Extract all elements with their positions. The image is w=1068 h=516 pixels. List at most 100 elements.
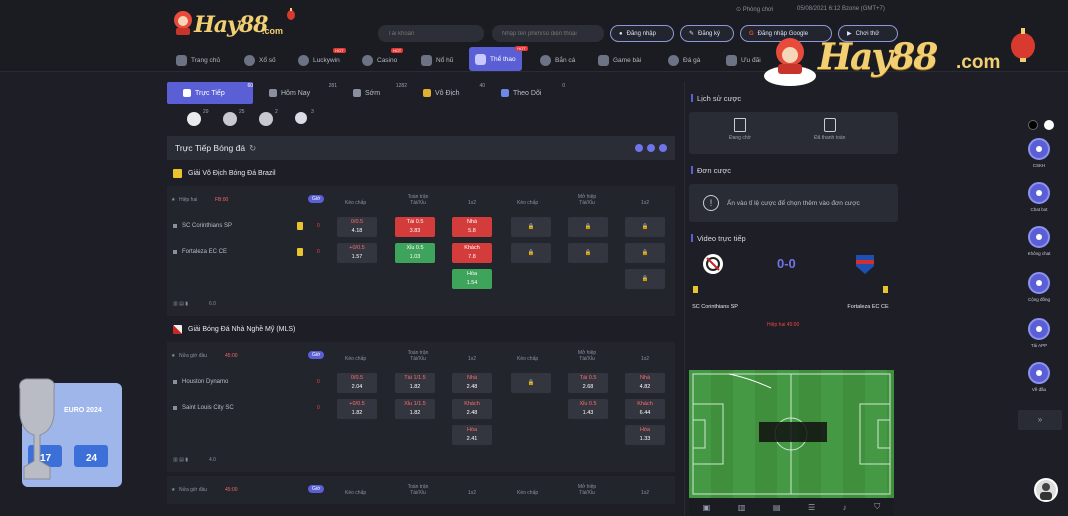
divider xyxy=(684,82,685,516)
chatbot-button[interactable]: Chat bot xyxy=(1022,182,1056,220)
username-input[interactable] xyxy=(378,25,484,42)
nav-luckywin[interactable]: Luckywin HOT xyxy=(298,48,346,71)
nav-rooster[interactable]: Đá gà xyxy=(668,49,700,71)
lineup-icon[interactable]: ▤ xyxy=(773,503,781,512)
odds-button[interactable]: 0/0.5 4.18 xyxy=(337,217,377,237)
odds-button[interactable]: Xỉu 0.5 1.03 xyxy=(395,243,435,263)
view-option-icon[interactable] xyxy=(635,144,643,152)
odds-button[interactable]: Nhà 4.82 xyxy=(625,373,665,393)
odds-button[interactable]: +0/0.5 1.82 xyxy=(337,399,377,419)
view-option-icon[interactable] xyxy=(659,144,667,152)
stats-icon[interactable]: ▥ ▤ ▮ xyxy=(173,301,188,307)
nav-home[interactable]: Trang chủ xyxy=(176,49,220,71)
bet-slip: ! Ấn vào tỉ lệ cược để chọn thêm vào đơn… xyxy=(689,184,898,222)
collapse-icon[interactable]: » xyxy=(1018,410,1062,430)
odds-button[interactable]: Nhà 5.8 xyxy=(452,217,492,237)
lock-icon[interactable]: 🔒 xyxy=(511,243,551,263)
register-button[interactable]: ✎ Đăng ký xyxy=(680,25,734,42)
more-markets[interactable]: 6.0 xyxy=(209,301,216,307)
community-button[interactable]: Cộng đồng xyxy=(1022,272,1056,310)
chart-icon[interactable]: ▥ xyxy=(738,503,746,512)
lock-icon[interactable]: 🔒 xyxy=(511,373,551,393)
live-pitch[interactable]: ▣ ▥ ▤ ☰ ♪ ⛉ xyxy=(689,370,894,516)
stats-icon[interactable]: ▣ xyxy=(703,503,711,512)
euro-promo[interactable]: EURO 2024 17 24 xyxy=(14,375,124,489)
view-option-icon[interactable] xyxy=(647,144,655,152)
volleyball-icon[interactable]: 2 xyxy=(259,109,278,126)
dark-mode-icon[interactable] xyxy=(1028,120,1038,130)
odds-button[interactable]: Hòa 1.33 xyxy=(625,425,665,445)
nav-sport[interactable]: Thể thao HOT xyxy=(469,46,528,71)
odds-button[interactable]: +0/0.5 1.57 xyxy=(337,243,377,263)
league-header[interactable]: Giải Bóng Đá Nhà Nghề Mỹ (MLS) xyxy=(167,316,675,342)
info-icon: ! xyxy=(703,195,719,211)
odds-button[interactable]: Hòa 2.41 xyxy=(452,425,492,445)
tab-follow[interactable]: Theo Dõi 0 xyxy=(485,82,565,104)
nav-slot[interactable]: Nổ hũ xyxy=(421,49,453,71)
odds-button[interactable]: Khách 6.44 xyxy=(625,399,665,419)
nav-lottery[interactable]: Xổ số xyxy=(244,49,276,71)
lock-icon[interactable]: 🔒 xyxy=(568,243,608,263)
league-header[interactable]: Giải Vô Địch Bóng Đá Brazil xyxy=(167,160,675,186)
tab-live[interactable]: Trực Tiếp 60 xyxy=(167,82,253,104)
time-badge: Giờ xyxy=(308,485,325,493)
shirt-icon[interactable]: ⛉ xyxy=(874,502,880,512)
nav-casino[interactable]: Casino HOT xyxy=(362,48,404,71)
mic-icon[interactable]: ♪ xyxy=(843,503,847,512)
stats-icon[interactable]: ▥ ▤ ▮ xyxy=(173,457,188,463)
star-icon[interactable]: ★ xyxy=(171,353,175,359)
avatar[interactable] xyxy=(1034,478,1058,502)
password-input[interactable] xyxy=(492,25,604,42)
support-button[interactable]: CSKH xyxy=(1022,138,1056,176)
chat-button[interactable]: Không chat xyxy=(1022,226,1056,264)
clock-icon: ⊙ xyxy=(736,7,743,13)
table-icon[interactable]: ☰ xyxy=(808,503,815,512)
refresh-icon[interactable]: ↻ xyxy=(249,143,256,154)
odds-button[interactable]: Xỉu 0.5 1.43 xyxy=(568,399,608,419)
nav-cards[interactable]: Game bài xyxy=(598,49,641,71)
back-to-top-button[interactable]: Về đầu xyxy=(1022,362,1056,400)
download-app-button[interactable]: Tải APP xyxy=(1022,318,1056,356)
settled-bets-button[interactable]: Đã thanh toán xyxy=(814,118,845,141)
odds-button[interactable]: Tài 0.5 2.68 xyxy=(568,373,608,393)
odds-button[interactable]: Khách 7.8 xyxy=(452,243,492,263)
odds-button[interactable]: Nhà 2.48 xyxy=(452,373,492,393)
soccer-icon[interactable]: 29 xyxy=(187,109,209,126)
odds-button[interactable]: Khách 2.48 xyxy=(452,399,492,419)
team-name[interactable]: Houston Dynamo xyxy=(173,379,228,385)
odds-button[interactable]: 0/0.5 2.04 xyxy=(337,373,377,393)
lock-icon[interactable]: 🔒 xyxy=(625,217,665,237)
lock-icon[interactable]: 🔒 xyxy=(625,243,665,263)
pen-icon: ✎ xyxy=(689,31,695,37)
tab-champion[interactable]: Vô Địch 40 xyxy=(407,82,485,104)
lock-icon[interactable]: 🔒 xyxy=(568,217,608,237)
league-name: Giải Vô Địch Bóng Đá Brazil xyxy=(188,169,276,177)
rooster-icon xyxy=(668,54,679,66)
nav-promo[interactable]: Ưu đãi xyxy=(726,49,761,71)
bookmark-icon xyxy=(501,89,509,97)
promo-logo-suffix: .com xyxy=(956,52,1001,73)
star-icon[interactable]: ★ xyxy=(171,197,175,203)
team-name[interactable]: Fortaleza EC CE xyxy=(173,249,227,255)
home-team: SC Corinthians SP xyxy=(692,304,738,310)
basketball-icon[interactable]: 25 xyxy=(223,109,245,126)
odds-button[interactable]: Hòa 1.54 xyxy=(452,269,492,289)
team-name[interactable]: SC Corinthians SP xyxy=(173,223,232,229)
home-crest-icon xyxy=(703,254,723,274)
star-icon[interactable]: ★ xyxy=(171,487,175,493)
odds-button[interactable]: Tài 1/1.5 1.82 xyxy=(395,373,435,393)
tennis-icon[interactable]: 3 xyxy=(295,109,314,124)
site-logo[interactable]: Hay88 .com xyxy=(170,6,300,40)
odds-button[interactable]: Xỉu 1/1.5 1.82 xyxy=(395,399,435,419)
nav-fish[interactable]: Bắn cá xyxy=(540,49,575,71)
more-markets[interactable]: 4.0 xyxy=(209,457,216,463)
pending-bets-button[interactable]: Đang chờ xyxy=(729,118,751,141)
lock-icon[interactable]: 🔒 xyxy=(511,217,551,237)
tab-today[interactable]: Hôm Nay 281 xyxy=(253,82,337,104)
login-button[interactable]: ● Đăng nhập xyxy=(610,25,674,42)
team-name[interactable]: Saint Louis City SC xyxy=(173,405,234,411)
tab-early[interactable]: Sớm 1282 xyxy=(337,82,407,104)
odds-button[interactable]: Tài 0.5 3.83 xyxy=(395,217,435,237)
lock-icon[interactable]: 🔒 xyxy=(625,269,665,289)
light-mode-icon[interactable] xyxy=(1044,120,1054,130)
